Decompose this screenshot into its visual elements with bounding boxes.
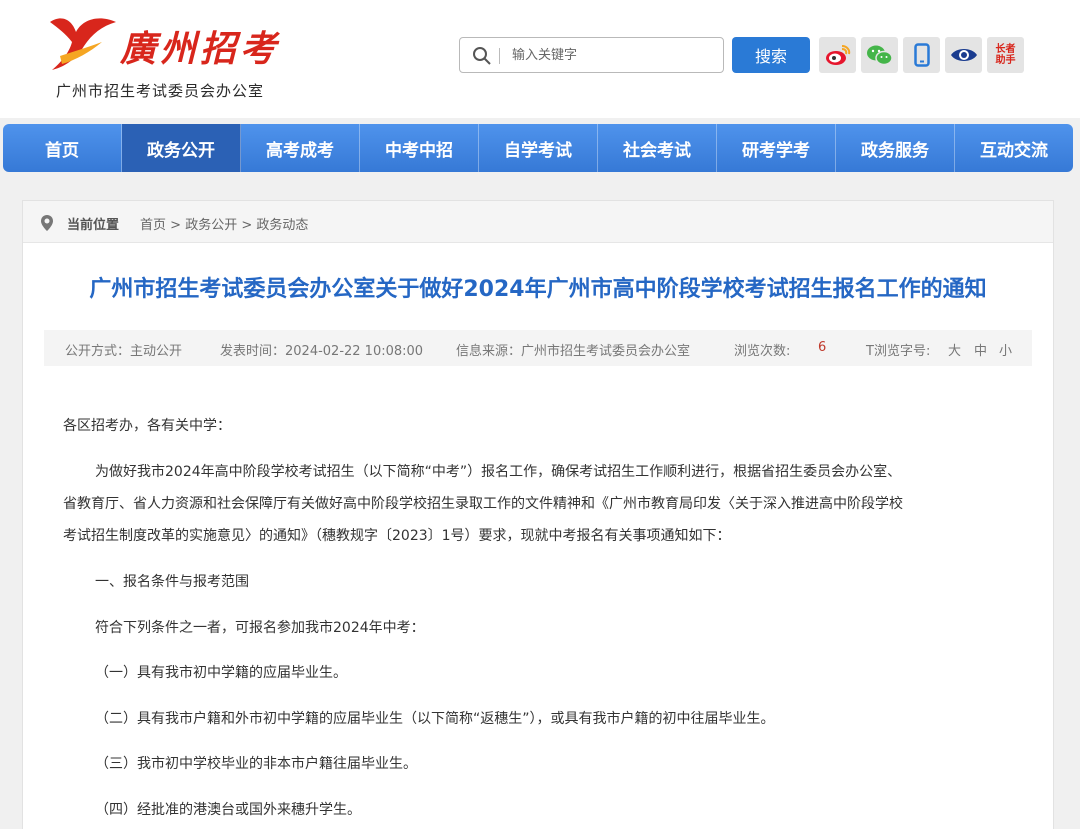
elder-assistant-label-1: 长者 xyxy=(995,44,1016,55)
nav-interaction[interactable]: 互动交流 xyxy=(955,124,1073,172)
meta-font-size-label: T浏览字号: xyxy=(866,344,931,359)
nav-home[interactable]: 首页 xyxy=(3,124,122,172)
main-nav: 首页 政务公开 高考成考 中考中招 自学考试 社会考试 研考学考 政务服务 互动… xyxy=(3,124,1073,172)
meta-open-mode: 公开方式：主动公开 xyxy=(65,344,183,359)
paragraph-line: 为做好我市2024年高中阶段学校考试招生（以下简称“中考”）报名工作，确保考试招… xyxy=(95,464,902,480)
article-title: 广州市招生考试委员会办公室关于做好2024年广州市高中阶段学校考试招生报名工作的… xyxy=(89,277,987,302)
font-size-medium-button[interactable]: 中 xyxy=(974,340,987,359)
paragraph-line: 符合下列条件之一者，可报名参加我市2024年中考： xyxy=(95,620,425,636)
meta-source: 信息来源：广州市招生考试委员会办公室 xyxy=(456,344,691,359)
search-box xyxy=(459,37,724,73)
nav-graduate-exam[interactable]: 研考学考 xyxy=(717,124,836,172)
logo-text: 廣州招考 xyxy=(120,28,281,70)
logo-flower-icon xyxy=(50,18,116,70)
site-subtitle: 广州市招生考试委员会办公室 xyxy=(56,82,265,100)
wechat-icon xyxy=(866,45,893,66)
breadcrumb-gov-news[interactable]: 政务动态 xyxy=(256,218,308,233)
nav-gov-affairs-open[interactable]: 政务公开 xyxy=(122,124,241,172)
section-heading: 一、报名条件与报考范围 xyxy=(95,574,249,590)
breadcrumb-gov-affairs-open[interactable]: 政务公开 xyxy=(185,218,237,233)
nav-gov-service[interactable]: 政务服务 xyxy=(836,124,955,172)
meta-views-label: 浏览次数: xyxy=(734,344,791,359)
breadcrumb-trail: 首页 > 政务公开 > 政务动态 xyxy=(140,214,308,233)
paragraph-line: 省教育厅、省人力资源和社会保障厅有关做好高中阶段学校招生录取工作的文件精神和《广… xyxy=(63,496,903,512)
paragraph-line: 考试招生制度改革的实施意见〉的通知》（穗教规字〔2023〕1号）要求，现就中考报… xyxy=(63,528,731,544)
breadcrumb-home[interactable]: 首页 xyxy=(140,218,166,233)
search-divider xyxy=(499,48,500,64)
list-item: （三）我市初中学校毕业的非本市户籍往届毕业生。 xyxy=(95,756,417,772)
weibo-icon xyxy=(825,45,850,65)
list-item: （四）经批准的港澳台或国外来穗升学生。 xyxy=(95,802,361,818)
search-icon xyxy=(473,47,491,65)
mobile-link[interactable] xyxy=(903,37,940,73)
content-panel: 当前位置 首页 > 政务公开 > 政务动态 广州市招生考试委员会办公室关于做好2… xyxy=(22,200,1054,829)
meta-publish-time: 发表时间：2024-02-22 10:08:00 xyxy=(220,344,424,359)
nav-gaokao[interactable]: 高考成考 xyxy=(241,124,360,172)
eye-icon xyxy=(950,49,977,61)
weibo-link[interactable] xyxy=(819,37,856,73)
site-header: 廣州招考 广州市招生考试委员会办公室 搜索 xyxy=(0,0,1080,118)
breadcrumb-current-label: 当前位置 xyxy=(67,218,120,233)
wechat-link[interactable] xyxy=(861,37,898,73)
accessibility-link[interactable] xyxy=(945,37,982,73)
breadcrumb-separator: > xyxy=(170,218,182,233)
elder-assistant-link[interactable]: 长者 助手 xyxy=(987,37,1024,73)
font-size-small-button[interactable]: 小 xyxy=(999,340,1012,359)
breadcrumb-separator: > xyxy=(241,218,253,233)
nav-zhongkao[interactable]: 中考中招 xyxy=(360,124,479,172)
search-input[interactable] xyxy=(512,42,712,68)
article-meta: 公开方式：主动公开 发表时间：2024-02-22 10:08:00 信息来源：… xyxy=(44,330,1032,366)
nav-self-study[interactable]: 自学考试 xyxy=(479,124,598,172)
elder-assistant-label-2: 助手 xyxy=(995,55,1016,66)
meta-views-count: 6 xyxy=(818,340,827,355)
mobile-icon xyxy=(913,43,930,67)
nav-social-exam[interactable]: 社会考试 xyxy=(598,124,717,172)
list-item: （二）具有我市户籍和外市初中学籍的应届毕业生（以下简称“返穗生”），或具有我市户… xyxy=(95,711,775,727)
breadcrumb: 当前位置 首页 > 政务公开 > 政务动态 xyxy=(23,201,1053,243)
search-button[interactable]: 搜索 xyxy=(732,37,810,73)
site-logo[interactable]: 廣州招考 广州市招生考试委员会办公室 xyxy=(42,8,282,108)
location-pin-icon xyxy=(41,215,53,231)
list-item: （一）具有我市初中学籍的应届毕业生。 xyxy=(95,665,347,681)
salutation: 各区招考办，各有关中学： xyxy=(63,418,231,434)
font-size-large-button[interactable]: 大 xyxy=(948,340,961,359)
